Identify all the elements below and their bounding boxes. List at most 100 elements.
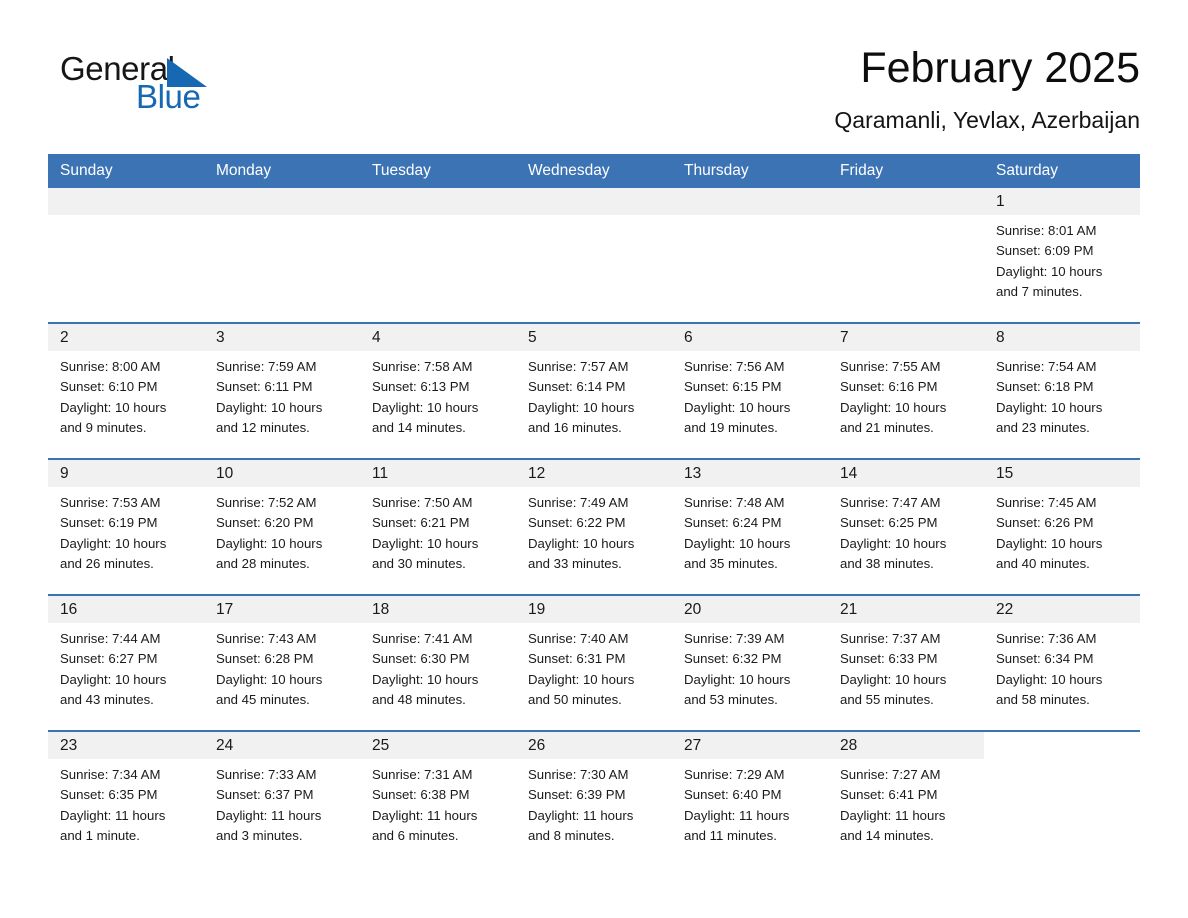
calendar-day-cell[interactable]: 3 Sunrise: 7:59 AM Sunset: 6:11 PM Daylight… [204,322,360,460]
daylight-text: Daylight: 11 hours and 6 minutes. [372,807,478,843]
logo-text-blue: Blue [136,78,201,115]
calendar-day-cell[interactable]: 25 Sunrise: 7:31 AM Sunset: 6:38 PM Dayligh… [360,730,516,867]
sunset-text: Sunset: 6:30 PM [372,651,470,667]
daylight-text: Daylight: 11 hours and 8 minutes. [528,807,634,843]
calendar-day-cell[interactable]: 1 Sunrise: 8:01 AM Sunset: 6:09 PM Daylight… [984,188,1140,324]
calendar-cell-empty [360,188,516,324]
daylight-text: Daylight: 10 hours and 43 minutes. [60,671,167,707]
calendar-day-cell[interactable]: 8 Sunrise: 7:54 AM Sunset: 6:18 PM Daylight… [984,322,1140,460]
day-number: 11 [360,460,516,488]
day-number: 15 [984,460,1140,488]
calendar-day-cell[interactable]: 20 Sunrise: 7:39 AM Sunset: 6:32 PM Dayligh… [672,594,828,732]
day-number: 27 [672,732,828,760]
day-number: 17 [204,596,360,624]
day-number: 16 [48,596,204,624]
sunset-text: Sunset: 6:15 PM [684,379,782,395]
calendar-day-cell[interactable]: 15 Sunrise: 7:45 AM Sunset: 6:26 PM Dayligh… [984,458,1140,596]
calendar-day-cell[interactable]: 23 Sunrise: 7:34 AM Sunset: 6:35 PM Dayligh… [48,730,204,867]
sunset-text: Sunset: 6:35 PM [60,787,158,803]
sunset-text: Sunset: 6:16 PM [840,379,938,395]
generalblue-logo[interactable]: General Blue [60,46,240,118]
weekday-header-thursday: Thursday [672,154,828,189]
calendar-day-cell[interactable]: 13 Sunrise: 7:48 AM Sunset: 6:24 PM Dayligh… [672,458,828,596]
day-number: 18 [360,596,516,624]
sunrise-text: Sunrise: 7:43 AM [216,631,317,647]
day-number: 4 [360,324,516,352]
sun-info: Sunrise: 7:59 AM Sunset: 6:11 PM Daylight:… [204,351,360,438]
calendar-day-cell[interactable]: 12 Sunrise: 7:49 AM Sunset: 6:22 PM Dayligh… [516,458,672,596]
calendar-day-cell[interactable]: 6 Sunrise: 7:56 AM Sunset: 6:15 PM Daylight… [672,322,828,460]
day-number: 28 [828,732,984,760]
sun-info: Sunrise: 7:36 AM Sunset: 6:34 PM Daylight:… [984,623,1140,710]
sun-info: Sunrise: 7:49 AM Sunset: 6:22 PM Daylight:… [516,487,672,574]
calendar-header-row: Sunday Monday Tuesday Wednesday Thursday… [48,154,1140,189]
calendar-day-cell[interactable]: 28 Sunrise: 7:27 AM Sunset: 6:41 PM Dayligh… [828,730,984,867]
sun-info: Sunrise: 7:47 AM Sunset: 6:25 PM Daylight:… [828,487,984,574]
sun-info: Sunrise: 7:44 AM Sunset: 6:27 PM Daylight:… [48,623,204,710]
calendar-day-cell[interactable]: 14 Sunrise: 7:47 AM Sunset: 6:25 PM Dayligh… [828,458,984,596]
sunrise-text: Sunrise: 7:54 AM [996,359,1097,375]
calendar-day-cell[interactable]: 4 Sunrise: 7:58 AM Sunset: 6:13 PM Daylight… [360,322,516,460]
sunrise-text: Sunrise: 7:52 AM [216,495,317,511]
calendar-day-cell[interactable]: 11 Sunrise: 7:50 AM Sunset: 6:21 PM Dayligh… [360,458,516,596]
sun-info: Sunrise: 7:33 AM Sunset: 6:37 PM Daylight:… [204,759,360,846]
sun-info: Sunrise: 7:58 AM Sunset: 6:13 PM Daylight:… [360,351,516,438]
calendar-day-cell[interactable]: 24 Sunrise: 7:33 AM Sunset: 6:37 PM Dayligh… [204,730,360,867]
day-number: 12 [516,460,672,488]
calendar-day-cell[interactable]: 7 Sunrise: 7:55 AM Sunset: 6:16 PM Daylight… [828,322,984,460]
sunrise-text: Sunrise: 7:48 AM [684,495,785,511]
sunrise-text: Sunrise: 7:50 AM [372,495,473,511]
calendar-day-cell[interactable]: 26 Sunrise: 7:30 AM Sunset: 6:39 PM Dayligh… [516,730,672,867]
calendar-day-cell[interactable]: 16 Sunrise: 7:44 AM Sunset: 6:27 PM Dayligh… [48,594,204,732]
sunset-text: Sunset: 6:10 PM [60,379,158,395]
page-header: General Blue February 2025 Qaramanli, Ye… [48,0,1140,134]
sunset-text: Sunset: 6:28 PM [216,651,314,667]
calendar-page: General Blue February 2025 Qaramanli, Ye… [0,0,1188,918]
sunset-text: Sunset: 6:32 PM [684,651,782,667]
day-number: 13 [672,460,828,488]
sun-info: Sunrise: 7:56 AM Sunset: 6:15 PM Daylight:… [672,351,828,438]
calendar-day-cell[interactable]: 5 Sunrise: 7:57 AM Sunset: 6:14 PM Daylight… [516,322,672,460]
daylight-text: Daylight: 10 hours and 26 minutes. [60,535,167,571]
calendar-day-cell[interactable]: 27 Sunrise: 7:29 AM Sunset: 6:40 PM Dayligh… [672,730,828,867]
daylight-text: Daylight: 10 hours and 58 minutes. [996,671,1103,707]
daylight-text: Daylight: 11 hours and 14 minutes. [840,807,946,843]
calendar-day-cell[interactable]: 9 Sunrise: 7:53 AM Sunset: 6:19 PM Daylight… [48,458,204,596]
day-number: 6 [672,324,828,352]
sunrise-text: Sunrise: 7:44 AM [60,631,161,647]
daylight-text: Daylight: 10 hours and 38 minutes. [840,535,947,571]
calendar-cell-empty [984,730,1140,867]
sunrise-text: Sunrise: 7:29 AM [684,767,785,783]
sunset-text: Sunset: 6:37 PM [216,787,314,803]
sunrise-text: Sunrise: 7:53 AM [60,495,161,511]
sunrise-text: Sunrise: 7:33 AM [216,767,317,783]
sun-info: Sunrise: 7:50 AM Sunset: 6:21 PM Daylight:… [360,487,516,574]
sun-info: Sunrise: 7:31 AM Sunset: 6:38 PM Daylight:… [360,759,516,846]
sun-info: Sunrise: 8:01 AM Sunset: 6:09 PM Daylight:… [984,215,1140,302]
weekday-header-monday: Monday [204,154,360,189]
day-number: 8 [984,324,1140,352]
weekday-header-sunday: Sunday [48,154,204,189]
day-number: 14 [828,460,984,488]
calendar-day-cell[interactable]: 17 Sunrise: 7:43 AM Sunset: 6:28 PM Dayligh… [204,594,360,732]
sunrise-text: Sunrise: 7:36 AM [996,631,1097,647]
calendar-day-cell[interactable]: 19 Sunrise: 7:40 AM Sunset: 6:31 PM Dayligh… [516,594,672,732]
sun-info: Sunrise: 7:52 AM Sunset: 6:20 PM Daylight:… [204,487,360,574]
daylight-text: Daylight: 10 hours and 7 minutes. [996,263,1103,299]
sunset-text: Sunset: 6:11 PM [216,379,313,395]
calendar-day-cell[interactable]: 2 Sunrise: 8:00 AM Sunset: 6:10 PM Daylight… [48,322,204,460]
day-number: 10 [204,460,360,488]
day-number [360,188,516,216]
calendar-day-cell[interactable]: 21 Sunrise: 7:37 AM Sunset: 6:33 PM Dayligh… [828,594,984,732]
day-number: 24 [204,732,360,760]
sun-info: Sunrise: 7:27 AM Sunset: 6:41 PM Daylight:… [828,759,984,846]
daylight-text: Daylight: 10 hours and 12 minutes. [216,399,323,435]
sunrise-text: Sunrise: 7:56 AM [684,359,785,375]
daylight-text: Daylight: 10 hours and 9 minutes. [60,399,167,435]
daylight-text: Daylight: 11 hours and 1 minute. [60,807,166,843]
sunrise-text: Sunrise: 7:31 AM [372,767,473,783]
calendar-day-cell[interactable]: 10 Sunrise: 7:52 AM Sunset: 6:20 PM Dayligh… [204,458,360,596]
day-number [984,732,1140,760]
calendar-day-cell[interactable]: 18 Sunrise: 7:41 AM Sunset: 6:30 PM Dayligh… [360,594,516,732]
calendar-day-cell[interactable]: 22 Sunrise: 7:36 AM Sunset: 6:34 PM Dayligh… [984,594,1140,732]
